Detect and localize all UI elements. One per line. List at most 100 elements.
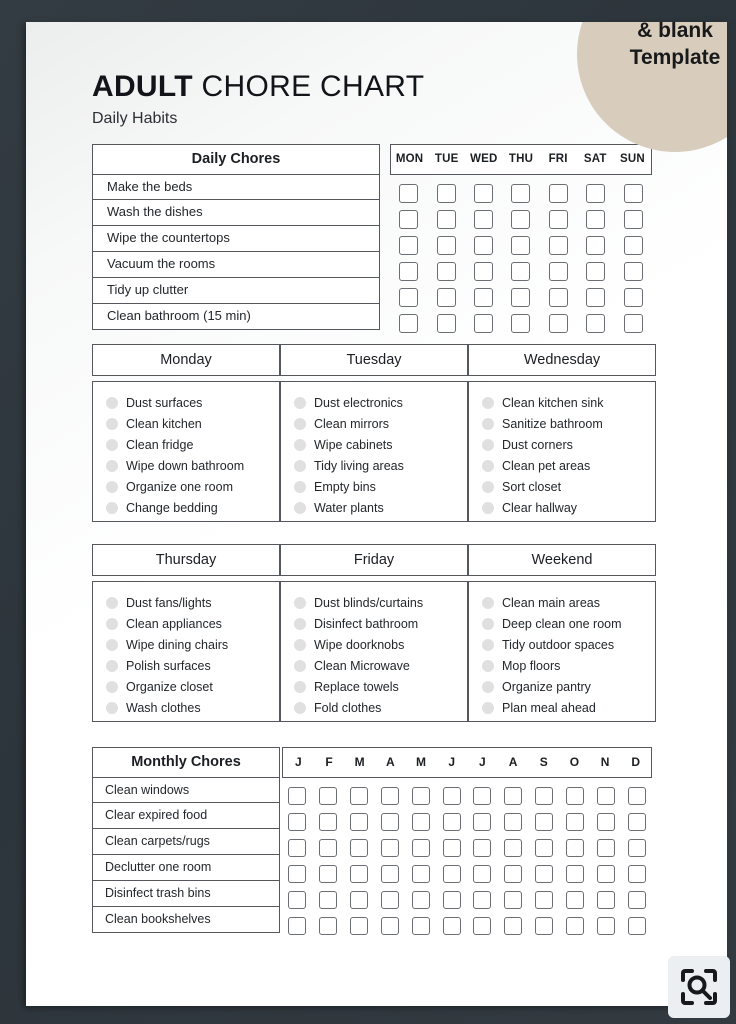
checkbox[interactable] — [474, 287, 494, 307]
checkbox[interactable] — [535, 839, 554, 857]
checkbox[interactable] — [474, 183, 494, 203]
checkbox[interactable] — [473, 839, 492, 857]
day-card-task[interactable]: Deep clean one room — [469, 613, 655, 634]
checkbox[interactable] — [548, 183, 568, 203]
checkbox[interactable] — [319, 787, 338, 805]
day-card-task[interactable]: Sort closet — [469, 476, 655, 497]
checkbox[interactable] — [442, 839, 461, 857]
checkbox[interactable] — [436, 209, 456, 229]
day-card-task[interactable]: Clear hallway — [469, 497, 655, 518]
checkbox[interactable] — [350, 865, 369, 883]
checkbox[interactable] — [350, 891, 369, 909]
day-card-task[interactable]: Mop floors — [469, 655, 655, 676]
checkbox[interactable] — [288, 917, 307, 935]
monthly-chore-row[interactable]: Declutter one room — [92, 854, 280, 881]
checkbox[interactable] — [586, 209, 606, 229]
day-card-task[interactable]: Organize one room — [93, 476, 279, 497]
checkbox[interactable] — [288, 839, 307, 857]
day-card-task[interactable]: Dust blinds/curtains — [281, 592, 467, 613]
checkbox[interactable] — [596, 787, 615, 805]
day-card-task[interactable]: Water plants — [281, 497, 467, 518]
day-card-task[interactable]: Polish surfaces — [93, 655, 279, 676]
day-card-task[interactable]: Dust corners — [469, 434, 655, 455]
checkbox[interactable] — [596, 839, 615, 857]
checkbox[interactable] — [399, 313, 419, 333]
day-card-task[interactable]: Wipe dining chairs — [93, 634, 279, 655]
checkbox[interactable] — [319, 839, 338, 857]
checkbox[interactable] — [442, 865, 461, 883]
day-card-task[interactable]: Dust electronics — [281, 392, 467, 413]
day-card-task[interactable]: Wipe down bathroom — [93, 455, 279, 476]
checkbox[interactable] — [504, 917, 523, 935]
checkbox[interactable] — [380, 813, 399, 831]
checkbox[interactable] — [442, 891, 461, 909]
checkbox[interactable] — [399, 235, 419, 255]
checkbox[interactable] — [442, 917, 461, 935]
checkbox[interactable] — [411, 839, 430, 857]
day-card-task[interactable]: Sanitize bathroom — [469, 413, 655, 434]
checkbox[interactable] — [504, 813, 523, 831]
checkbox[interactable] — [474, 235, 494, 255]
day-card-task[interactable]: Disinfect bathroom — [281, 613, 467, 634]
checkbox[interactable] — [586, 235, 606, 255]
checkbox[interactable] — [511, 287, 531, 307]
checkbox[interactable] — [350, 787, 369, 805]
checkbox[interactable] — [548, 287, 568, 307]
day-card-task[interactable]: Tidy outdoor spaces — [469, 634, 655, 655]
checkbox[interactable] — [474, 313, 494, 333]
checkbox[interactable] — [319, 813, 338, 831]
checkbox[interactable] — [596, 813, 615, 831]
checkbox[interactable] — [350, 917, 369, 935]
checkbox[interactable] — [399, 183, 419, 203]
day-card-task[interactable]: Clean mirrors — [281, 413, 467, 434]
day-card-task[interactable]: Wipe cabinets — [281, 434, 467, 455]
checkbox[interactable] — [473, 787, 492, 805]
day-card-task[interactable]: Fold clothes — [281, 697, 467, 718]
checkbox[interactable] — [319, 917, 338, 935]
day-card-task[interactable]: Clean appliances — [93, 613, 279, 634]
checkbox[interactable] — [627, 813, 646, 831]
checkbox[interactable] — [473, 865, 492, 883]
checkbox[interactable] — [596, 917, 615, 935]
checkbox[interactable] — [442, 813, 461, 831]
checkbox[interactable] — [436, 183, 456, 203]
checkbox[interactable] — [586, 183, 606, 203]
day-card-task[interactable]: Clean fridge — [93, 434, 279, 455]
checkbox[interactable] — [623, 287, 643, 307]
day-card-task[interactable]: Tidy living areas — [281, 455, 467, 476]
day-card-task[interactable]: Organize pantry — [469, 676, 655, 697]
checkbox[interactable] — [350, 813, 369, 831]
checkbox[interactable] — [535, 891, 554, 909]
checkbox[interactable] — [586, 261, 606, 281]
checkbox[interactable] — [623, 183, 643, 203]
daily-chore-row[interactable]: Clean bathroom (15 min) — [92, 303, 380, 330]
checkbox[interactable] — [623, 313, 643, 333]
checkbox[interactable] — [380, 891, 399, 909]
checkbox[interactable] — [511, 261, 531, 281]
checkbox[interactable] — [380, 917, 399, 935]
checkbox[interactable] — [436, 313, 456, 333]
checkbox[interactable] — [627, 787, 646, 805]
checkbox[interactable] — [436, 287, 456, 307]
checkbox[interactable] — [623, 261, 643, 281]
checkbox[interactable] — [627, 865, 646, 883]
daily-chore-row[interactable]: Wash the dishes — [92, 199, 380, 226]
checkbox[interactable] — [596, 891, 615, 909]
checkbox[interactable] — [399, 287, 419, 307]
checkbox[interactable] — [380, 839, 399, 857]
checkbox[interactable] — [535, 787, 554, 805]
checkbox[interactable] — [627, 917, 646, 935]
daily-chore-row[interactable]: Vacuum the rooms — [92, 251, 380, 278]
checkbox[interactable] — [586, 313, 606, 333]
checkbox[interactable] — [511, 235, 531, 255]
checkbox[interactable] — [548, 235, 568, 255]
checkbox[interactable] — [350, 839, 369, 857]
checkbox[interactable] — [380, 787, 399, 805]
checkbox[interactable] — [535, 813, 554, 831]
daily-chore-row[interactable]: Make the beds — [92, 173, 380, 200]
checkbox[interactable] — [511, 313, 531, 333]
day-card-task[interactable]: Empty bins — [281, 476, 467, 497]
day-card-task[interactable]: Wipe doorknobs — [281, 634, 467, 655]
checkbox[interactable] — [411, 891, 430, 909]
checkbox[interactable] — [473, 917, 492, 935]
